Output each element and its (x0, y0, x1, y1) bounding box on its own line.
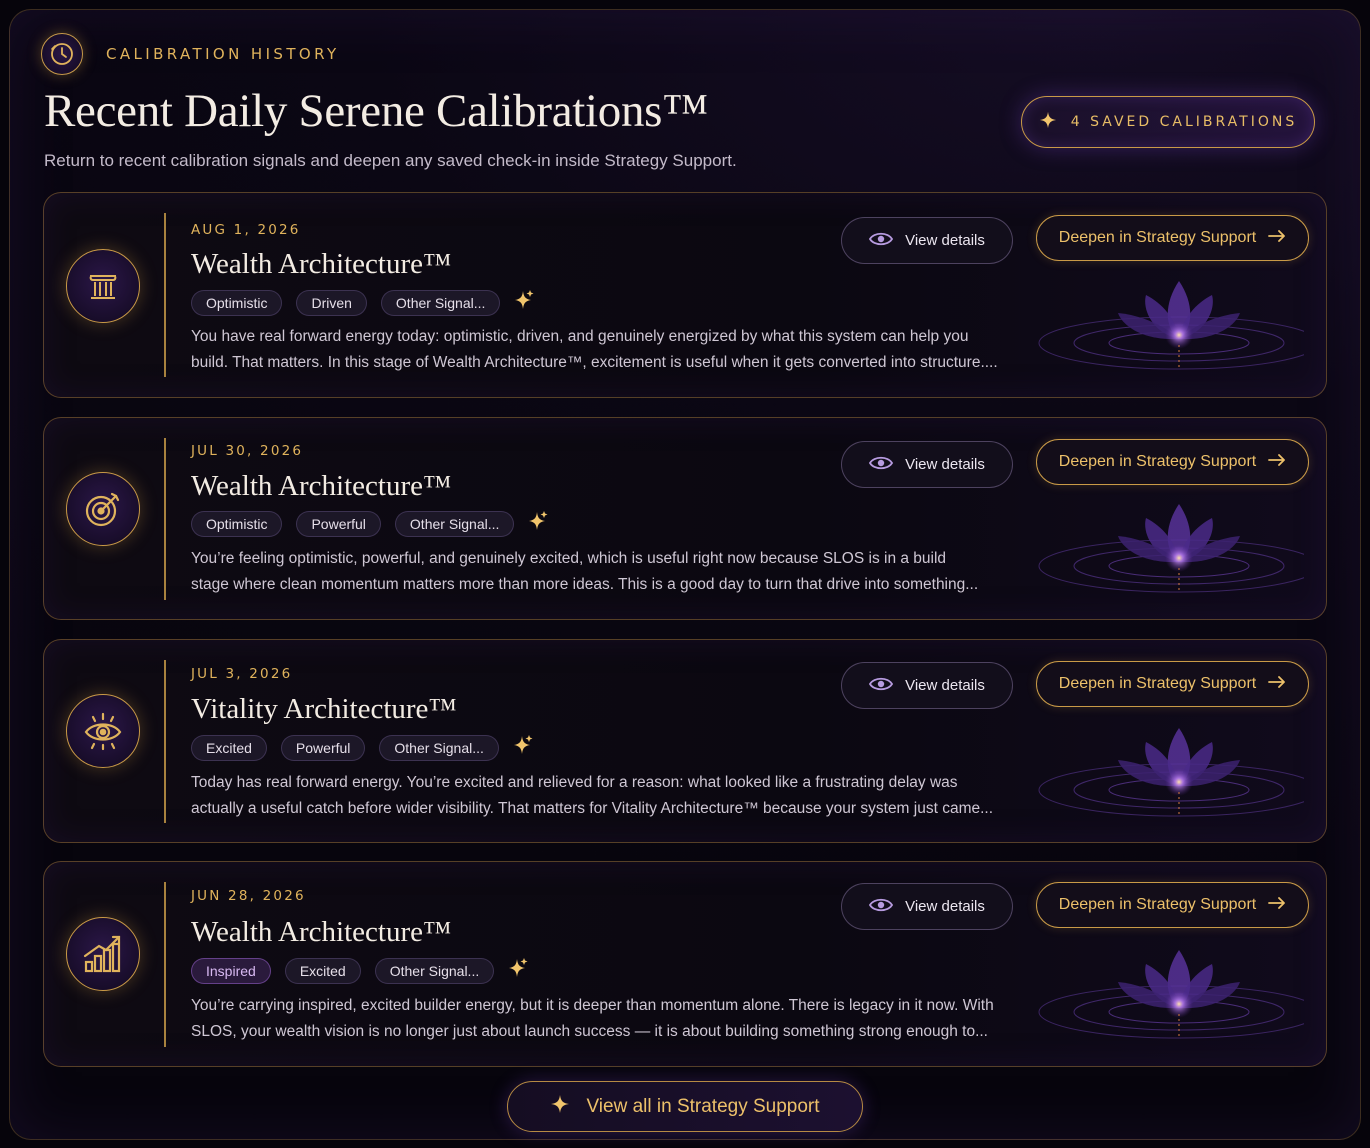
sparkle-icon (528, 510, 548, 537)
card-date: JUN 28, 2026 (191, 888, 306, 904)
tag[interactable]: Powerful (296, 510, 381, 537)
sparkle-icon (550, 1094, 570, 1120)
saved-calibrations-label: 4 SAVED CALIBRATIONS (1070, 114, 1298, 130)
view-details-button[interactable]: View details (841, 441, 1013, 488)
tag[interactable]: Driven (296, 289, 367, 316)
page-subtitle: Return to recent calibration signals and… (44, 151, 737, 170)
deepen-label: Deepen in Strategy Support (1058, 896, 1257, 913)
card-description: You’re carrying inspired, excited builde… (191, 993, 1021, 1045)
tag[interactable]: Optimistic (191, 510, 283, 537)
lotus-icon (1038, 281, 1304, 370)
card-date: JUL 30, 2026 (191, 443, 304, 459)
view-details-label: View details (905, 456, 985, 473)
view-details-button[interactable]: View details (841, 662, 1013, 709)
deepen-label: Deepen in Strategy Support (1058, 453, 1257, 470)
calibration-card: JUL 3, 2026 Vitality Architecture™ Excit… (43, 639, 1327, 843)
deepen-strategy-support-button[interactable]: Deepen in Strategy Support (1036, 439, 1309, 485)
tag[interactable]: Other Signal... (379, 734, 499, 761)
eye-icon (869, 897, 894, 917)
eye-icon (869, 676, 894, 696)
card-title: Wealth Architecture™ (191, 248, 452, 280)
arrow-right-icon (1268, 675, 1286, 693)
tag[interactable]: Excited (191, 734, 267, 761)
description-line: stage where clean momentum matters more … (191, 576, 979, 593)
card-date: JUL 3, 2026 (191, 666, 293, 682)
tag[interactable]: Other Signal... (394, 510, 515, 537)
tag-list: Excited Powerful Other Signal... (191, 734, 533, 761)
calibration-card: AUG 1, 2026 Wealth Architecture™ Optimis… (43, 192, 1327, 398)
deepen-strategy-support-button[interactable]: Deepen in Strategy Support (1036, 882, 1309, 928)
description-line: You’re carrying inspired, excited builde… (191, 997, 994, 1014)
description-line: build. That matters. In this stage of We… (191, 354, 998, 371)
clock-icon (41, 33, 83, 75)
lotus-icon (1038, 504, 1304, 593)
pillar-icon (66, 249, 140, 323)
sparkle-icon (1039, 111, 1057, 133)
tag[interactable]: Excited (284, 957, 361, 984)
sparkle-icon (508, 957, 528, 984)
card-description: You have real forward energy today: opti… (191, 324, 1021, 376)
description-line: You have real forward energy today: opti… (191, 328, 969, 345)
card-title: Wealth Architecture™ (191, 470, 452, 502)
eye-icon (66, 694, 140, 768)
tag-list: Optimistic Powerful Other Signal... (191, 510, 548, 537)
tag[interactable]: Optimistic (191, 289, 283, 316)
lotus-icon (1038, 950, 1304, 1039)
tag[interactable]: Powerful (280, 734, 366, 761)
lotus-icon (1038, 728, 1304, 817)
section-eyebrow: CALIBRATION HISTORY (106, 45, 340, 63)
page-title: Recent Daily Serene Calibrations™ (44, 85, 708, 137)
view-all-label: View all in Strategy Support (586, 1095, 820, 1117)
view-details-label: View details (905, 898, 985, 915)
view-all-strategy-support-button[interactable]: View all in Strategy Support (507, 1081, 863, 1132)
tag-list: Optimistic Driven Other Signal... (191, 289, 534, 316)
eye-icon (869, 455, 894, 475)
deepen-strategy-support-button[interactable]: Deepen in Strategy Support (1036, 215, 1309, 261)
view-details-label: View details (905, 232, 985, 249)
card-description: You’re feeling optimistic, powerful, and… (191, 546, 1021, 598)
description-line: Today has real forward energy. You’re ex… (191, 774, 958, 791)
eye-icon (869, 231, 894, 251)
growth-chart-icon (66, 917, 140, 991)
tag-list: Inspired Excited Other Signal... (191, 957, 528, 984)
deepen-label: Deepen in Strategy Support (1058, 229, 1257, 246)
arrow-right-icon (1268, 229, 1286, 247)
description-line: You’re feeling optimistic, powerful, and… (191, 550, 947, 567)
card-date: AUG 1, 2026 (191, 222, 301, 238)
card-description: Today has real forward energy. You’re ex… (191, 770, 1021, 822)
card-divider (164, 882, 166, 1047)
card-title: Vitality Architecture™ (191, 693, 457, 725)
card-divider (164, 438, 166, 600)
calibration-card: JUN 28, 2026 Wealth Architecture™ Inspir… (43, 861, 1327, 1067)
card-title: Wealth Architecture™ (191, 916, 452, 948)
deepen-strategy-support-button[interactable]: Deepen in Strategy Support (1036, 661, 1309, 707)
saved-calibrations-badge[interactable]: 4 SAVED CALIBRATIONS (1021, 96, 1315, 148)
view-details-button[interactable]: View details (841, 217, 1013, 264)
view-details-button[interactable]: View details (841, 883, 1013, 930)
description-line: SLOS, your wealth vision is no longer ju… (191, 1023, 988, 1040)
tag[interactable]: Other Signal... (374, 957, 495, 984)
arrow-right-icon (1268, 453, 1286, 471)
card-divider (164, 213, 166, 377)
calibration-card: JUL 30, 2026 Wealth Architecture™ Optimi… (43, 417, 1327, 620)
tag[interactable]: Other Signal... (380, 289, 501, 316)
tag[interactable]: Inspired (191, 957, 271, 984)
view-details-label: View details (905, 677, 985, 694)
card-divider (164, 660, 166, 823)
deepen-label: Deepen in Strategy Support (1058, 675, 1257, 692)
description-line: actually a useful catch before wider vis… (191, 800, 994, 817)
sparkle-icon (514, 289, 534, 316)
target-icon (66, 472, 140, 546)
sparkle-icon (513, 734, 533, 761)
arrow-right-icon (1268, 896, 1286, 914)
